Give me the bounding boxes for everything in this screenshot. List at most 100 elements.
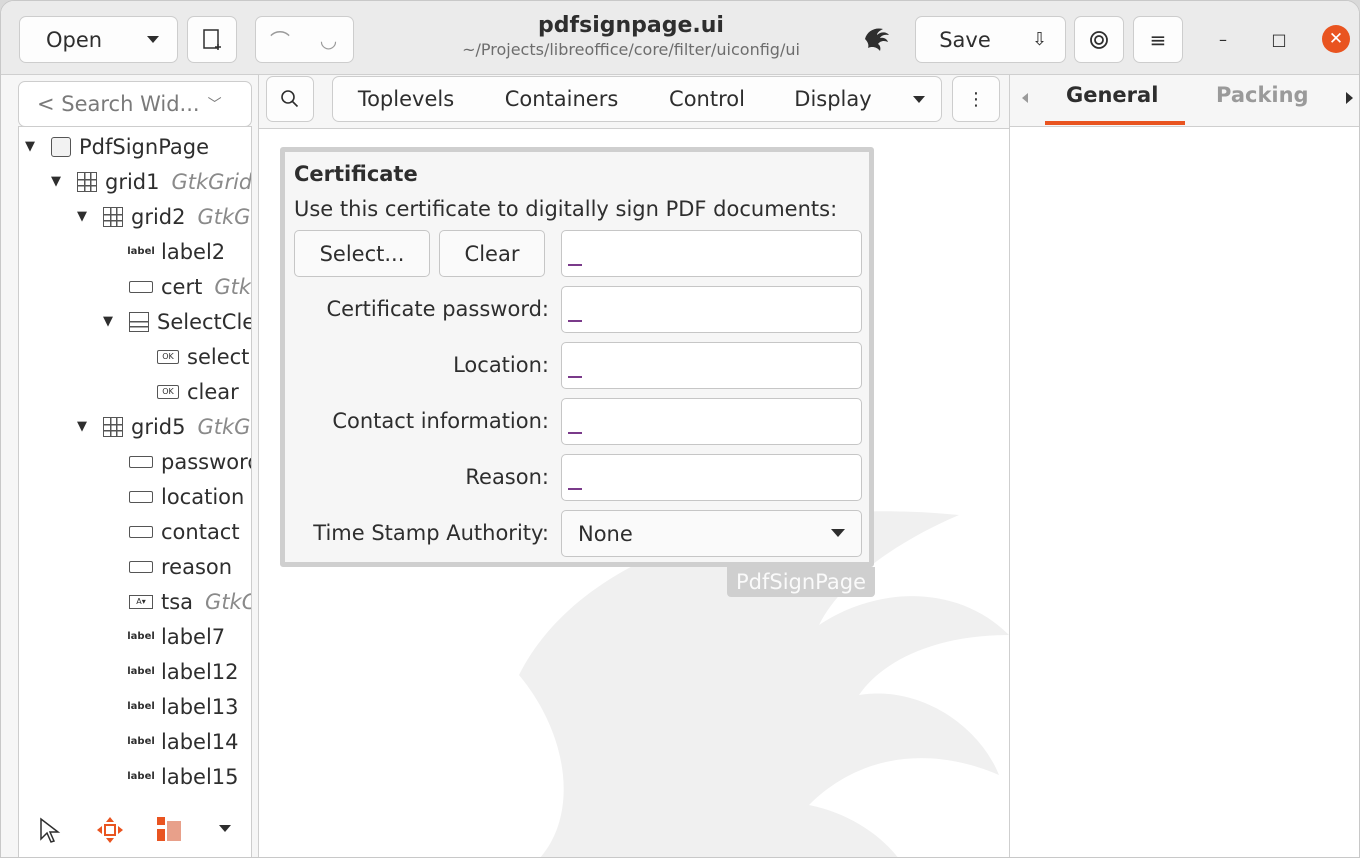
pdfsignpage-widget[interactable]: Certificate Use this certificate to digi… — [280, 147, 874, 567]
tree-item-selectclear[interactable]: ▼ SelectClear — [103, 304, 251, 339]
tree-item-label: clear — [187, 379, 239, 404]
chevron-down-icon[interactable] — [219, 825, 231, 832]
reason-field[interactable] — [561, 454, 862, 501]
tree-item-type: GtkGrid — [197, 414, 252, 439]
palette-search-button[interactable] — [266, 76, 314, 122]
hamburger-menu-icon: ≡ — [1149, 27, 1167, 52]
drag-resize-mode-icon[interactable] — [95, 815, 125, 852]
time-stamp-authority-select[interactable]: None — [561, 510, 862, 557]
margin-edit-mode-icon[interactable] — [155, 815, 185, 852]
tree-item-grid2[interactable]: ▼ grid2 GtkGrid — [77, 199, 251, 234]
tree-item-label: location — [161, 484, 245, 509]
tree-item-grid1[interactable]: ▼ grid1 GtkGrid — [51, 164, 251, 199]
minimize-button[interactable]: – — [1209, 25, 1237, 53]
tab-general[interactable]: General — [1066, 83, 1158, 107]
tree-item-label: SelectClear — [157, 309, 251, 334]
pointer-mode-icon[interactable] — [37, 817, 61, 852]
palette-tab-label: Containers — [504, 87, 619, 111]
label-icon: label — [127, 701, 155, 712]
select-button-label: Select... — [319, 241, 405, 266]
palette-tab-label: Display — [794, 87, 872, 111]
certificate-field[interactable] — [561, 230, 862, 277]
glade-window: Open ⌒ ◡ pdfsignpage.ui ~/Projects/libre… — [0, 0, 1360, 858]
new-document-icon — [203, 28, 221, 50]
tab-packing[interactable]: Packing — [1216, 83, 1309, 107]
scroll-right-icon[interactable] — [1346, 92, 1353, 104]
maximize-button[interactable]: □ — [1265, 25, 1293, 53]
location-field[interactable] — [561, 342, 862, 389]
clear-certificate-button[interactable]: Clear — [439, 230, 545, 277]
contact-information-label: Contact information: — [332, 409, 549, 433]
expander-arrow-icon[interactable]: ▼ — [77, 209, 91, 224]
open-recent-dropdown-button[interactable] — [128, 16, 178, 63]
close-button[interactable]: ✕ — [1322, 25, 1350, 53]
expander-arrow-icon[interactable]: ▼ — [51, 174, 65, 189]
entry-icon — [129, 455, 153, 468]
tree-item-label7[interactable]: label label7 — [127, 619, 226, 654]
open-button[interactable]: Open — [19, 16, 129, 63]
tree-item-type: GtkEntry — [214, 274, 252, 299]
chevron-down-icon: ﹀ — [207, 97, 222, 113]
properties-panel: General Packing — [1009, 75, 1359, 857]
save-button[interactable]: Save — [915, 16, 1015, 63]
palette-tab-label: Toplevels — [357, 87, 455, 111]
close-icon: ✕ — [1328, 29, 1344, 49]
preview-button[interactable] — [1074, 16, 1124, 63]
scroll-left-icon[interactable] — [1022, 93, 1028, 103]
expander-arrow-icon[interactable]: ▼ — [77, 419, 91, 434]
combo-icon: A▾ — [129, 594, 153, 609]
tree-item-label: label13 — [161, 694, 239, 719]
palette-tab-control[interactable]: Control — [644, 76, 771, 122]
expander-arrow-icon[interactable]: ▼ — [25, 139, 39, 154]
tree-item-label: label7 — [161, 624, 226, 649]
redo-button[interactable]: ◡ — [304, 16, 354, 63]
palette-overflow-button[interactable]: ⋮ — [952, 76, 1000, 122]
tree-item-label15[interactable]: label label15 — [127, 759, 238, 794]
tree-item-password[interactable]: password — [129, 444, 251, 479]
certificate-password-field[interactable] — [561, 286, 862, 333]
tree-item-label12[interactable]: label label12 — [127, 654, 238, 689]
tree-item-reason[interactable]: reason — [129, 549, 232, 584]
window-icon — [51, 136, 71, 157]
new-button[interactable] — [187, 16, 237, 63]
palette-tab-display[interactable]: Display — [770, 76, 897, 122]
vertical-dots-icon: ⋮ — [967, 88, 985, 110]
save-as-button[interactable]: ⇩ — [1014, 16, 1066, 63]
select-certificate-button[interactable]: Select... — [294, 230, 430, 277]
palette-more-dropdown[interactable] — [896, 76, 942, 122]
palette-tab-toplevels[interactable]: Toplevels — [332, 76, 480, 122]
tree-item-label: cert — [161, 274, 203, 299]
undo-button[interactable]: ⌒ — [255, 16, 305, 63]
glade-logo-icon[interactable] — [861, 23, 893, 55]
tab-packing-label: Packing — [1216, 83, 1309, 107]
tree-item-label13[interactable]: label label13 — [127, 689, 239, 724]
button-icon: OK — [157, 384, 179, 399]
tree-item-grid5[interactable]: ▼ grid5 GtkGrid — [77, 409, 252, 444]
window-subtitle: ~/Projects/libreoffice/core/filter/uicon… — [462, 40, 800, 59]
tree-item-location[interactable]: location — [129, 479, 244, 514]
widget-palette: Toplevels Containers Control Display ⋮ — [259, 75, 1009, 129]
tree-item-cert[interactable]: cert GtkEntry — [129, 269, 252, 304]
main-menu-button[interactable]: ≡ — [1133, 16, 1183, 63]
tree-item-clear[interactable]: OK clear — [157, 374, 239, 409]
tree-item-pdfsignpage[interactable]: ▼ PdfSignPage — [25, 129, 209, 164]
tree-item-label14[interactable]: label label14 — [127, 724, 239, 759]
tree-item-label: select — [187, 344, 250, 369]
tree-item-tsa[interactable]: A▾ tsa GtkComboBoxText — [129, 584, 251, 619]
grid-icon — [77, 171, 97, 192]
entry-icon — [129, 525, 153, 538]
tree-item-label2[interactable]: label label2 — [127, 234, 225, 269]
contact-information-field[interactable] — [561, 398, 862, 445]
search-widgets-input[interactable]: < Search Wid... ﹀ — [18, 81, 252, 127]
tree-item-label: label14 — [161, 729, 239, 754]
expander-arrow-icon[interactable]: ▼ — [103, 314, 117, 329]
undo-icon: ⌒ — [270, 29, 290, 53]
tree-item-type: GtkComboBoxText — [205, 589, 251, 614]
tree-item-label: reason — [161, 554, 233, 579]
palette-tab-containers[interactable]: Containers — [479, 76, 645, 122]
search-icon — [281, 90, 299, 108]
tree-item-select[interactable]: OK select — [157, 339, 249, 374]
palette-tab-label: Control — [669, 87, 745, 111]
grid-icon — [103, 416, 123, 437]
tree-item-contact[interactable]: contact — [129, 514, 240, 549]
